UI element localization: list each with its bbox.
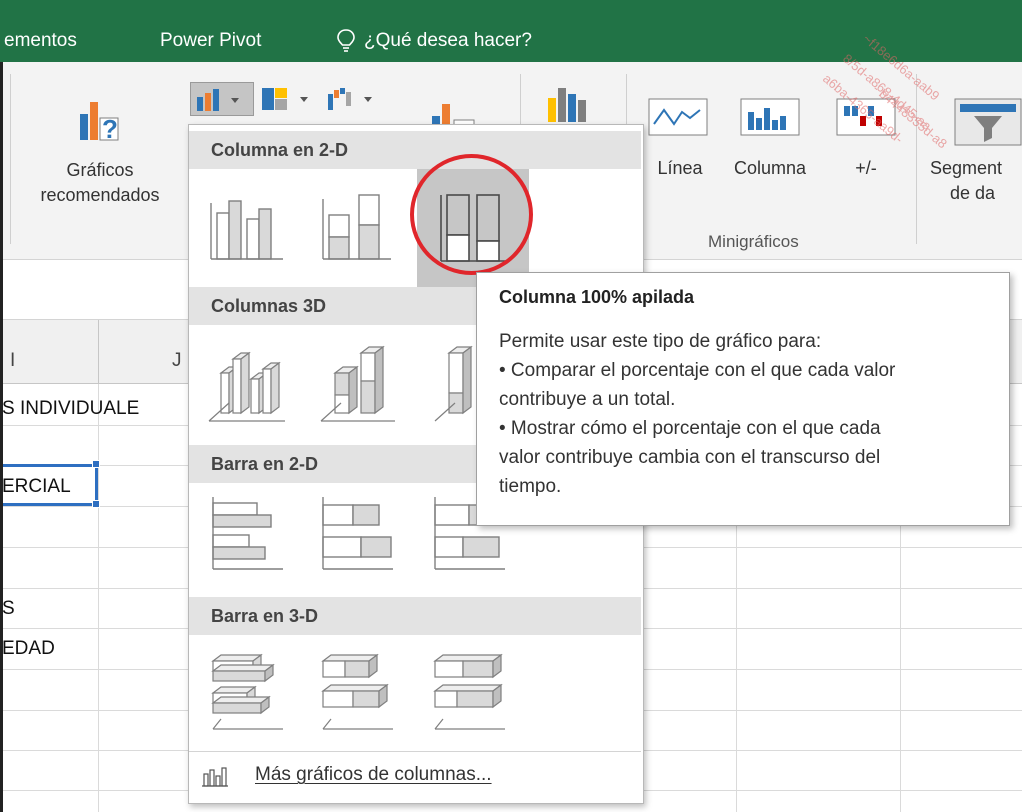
group-label-sparklines: Minigráficos [708, 232, 799, 251]
more-column-charts-link[interactable]: Más gráficos de columnas... [189, 751, 641, 799]
stacked-bar-icon [322, 497, 393, 570]
sparkline-line-icon [648, 98, 708, 136]
hierarchy-chart-button[interactable] [260, 82, 324, 116]
gallery-item-3d-stacked-bar[interactable] [307, 639, 407, 753]
column-divider [98, 320, 99, 384]
tab-power-pivot[interactable]: Power Pivot [160, 30, 261, 52]
cell-text: ERCIAL [2, 476, 71, 497]
stacked-column-icon [322, 194, 391, 260]
tell-me-search[interactable]: ¿Qué desea hacer? [364, 30, 532, 52]
clustered-bar-icon [212, 497, 283, 570]
col-line [98, 384, 99, 812]
3d-clustered-bar-icon [211, 653, 283, 730]
recommended-charts-label-2: recomendados [40, 185, 160, 205]
tab-complementos[interactable]: ementos [4, 30, 77, 52]
chart-type-tooltip: Columna 100% apilada Permite usar este t… [476, 272, 1010, 526]
selection-handle[interactable] [92, 500, 100, 508]
tooltip-line: valor contribuye cambia con el transcurs… [499, 447, 881, 468]
svg-text:?: ? [102, 114, 118, 142]
gallery-item-clustered-bar[interactable] [199, 487, 299, 601]
gallery-item-stacked-column[interactable] [307, 173, 407, 287]
section-header-bar-3d: Barra en 3-D [189, 597, 641, 635]
3d-100-stacked-column-icon [434, 345, 473, 422]
highlight-circle [410, 154, 533, 275]
tooltip-line: Permite usar este tipo de gráfico para: [499, 331, 822, 352]
selection-handle[interactable] [92, 460, 100, 468]
cell-text: S INDIVIDUALE [2, 398, 140, 419]
column-chart-dropdown-button[interactable] [190, 82, 254, 116]
tooltip-title: Columna 100% apilada [499, 287, 695, 307]
waterfall-chart-button[interactable] [326, 82, 386, 116]
gallery-item-3d-100-stacked-bar[interactable] [421, 639, 521, 753]
column-header-i[interactable]: I [10, 350, 15, 372]
tooltip-line: contribuye a un total. [499, 389, 676, 410]
more-column-charts-label[interactable]: Más gráficos de columnas... [255, 764, 492, 786]
recommended-charts-icon: ? [80, 102, 119, 142]
section-header-column-2d: Columna en 2-D [189, 131, 641, 169]
hierarchy-chart-icon [262, 88, 308, 110]
recommended-charts-button[interactable]: ? Gráficos recomendados [14, 70, 186, 220]
lightbulb-icon [337, 29, 355, 52]
tooltip-line: • Mostrar cómo el porcentaje con el que … [499, 418, 881, 439]
waterfall-chart-icon [328, 88, 372, 110]
tooltip-line: • Comparar el porcentaje con el que cada… [499, 360, 896, 381]
cell-text: EDAD [2, 638, 55, 659]
cell-text: S [2, 598, 15, 619]
gallery-item-3d-100-stacked-column[interactable] [421, 329, 481, 443]
clustered-column-icon [210, 200, 283, 260]
ribbon-divider [10, 74, 11, 244]
3d-clustered-column-icon [208, 351, 285, 422]
recommended-charts-label-1: Gráficos [66, 160, 134, 180]
more-column-charts-icon [202, 767, 228, 787]
sparkline-column-icon [740, 98, 800, 136]
3d-map-icon[interactable] [546, 84, 606, 126]
gallery-item-stacked-bar[interactable] [307, 487, 407, 601]
sparkline-line-label: Línea [657, 158, 703, 178]
3d-stacked-column-icon [320, 345, 395, 422]
column-header-j[interactable]: J [172, 350, 182, 372]
sparkline-line-button[interactable]: Línea [640, 84, 720, 214]
gallery-item-3d-clustered-bar[interactable] [199, 639, 299, 753]
column-chart-icon [197, 89, 239, 111]
tooltip-line: tiempo. [499, 476, 562, 497]
watermark: ~f18e6d6a-aab9 8/5d-a868-4d45-aa a6ba-43… [820, 31, 950, 152]
gallery-item-3d-clustered-column[interactable] [199, 329, 299, 443]
window-edge [0, 62, 3, 812]
gallery-item-clustered-column[interactable] [199, 173, 299, 287]
3d-100-stacked-bar-icon [433, 653, 505, 730]
gallery-item-3d-stacked-column[interactable] [307, 329, 407, 443]
3d-stacked-bar-icon [321, 653, 393, 730]
